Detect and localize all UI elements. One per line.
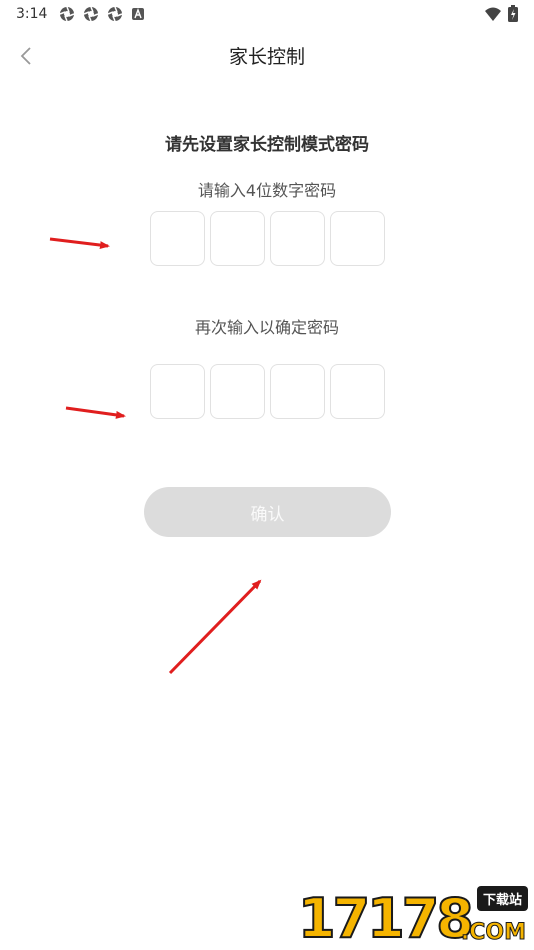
section-heading: 请先设置家长控制模式密码 bbox=[165, 135, 369, 155]
pin-digit-box[interactable] bbox=[270, 364, 325, 419]
system-icons bbox=[484, 5, 518, 22]
a-badge-icon bbox=[132, 8, 145, 20]
pin-digit-box[interactable] bbox=[210, 364, 265, 419]
arrow-to-confirm-button bbox=[168, 579, 262, 675]
nav-bar: 家长控制 bbox=[0, 28, 534, 84]
first-pin-input[interactable] bbox=[150, 211, 385, 266]
status-bar: 3:14 bbox=[0, 0, 534, 28]
pin-digit-box[interactable] bbox=[270, 211, 325, 266]
pin-digit-box[interactable] bbox=[210, 211, 265, 266]
aperture-icon bbox=[84, 6, 99, 22]
pin-digit-box[interactable] bbox=[150, 211, 205, 266]
pin-digit-box[interactable] bbox=[330, 211, 385, 266]
first-pin-prompt: 请输入4位数字密码 bbox=[197, 181, 337, 200]
battery-charging-icon bbox=[508, 5, 518, 22]
watermark-badge: 下载站 bbox=[476, 886, 528, 911]
watermark-logo: 17178 下载站 .COM bbox=[297, 884, 530, 950]
page-title: 家长控制 bbox=[228, 46, 305, 68]
arrow-to-first-pin bbox=[49, 237, 110, 250]
aperture-icon bbox=[60, 6, 75, 22]
aperture-icon bbox=[108, 6, 123, 22]
pin-digit-box[interactable] bbox=[330, 364, 385, 419]
watermark-domain: .COM bbox=[460, 920, 526, 945]
notification-icons bbox=[59, 6, 145, 22]
wifi-icon bbox=[485, 7, 501, 21]
watermark-digits: 17178 bbox=[297, 887, 475, 950]
confirm-button[interactable]: 确认 bbox=[144, 487, 391, 537]
pin-digit-box[interactable] bbox=[150, 364, 205, 419]
confirm-pin-input[interactable] bbox=[150, 364, 385, 419]
status-time: 3:14 bbox=[16, 6, 48, 22]
arrow-to-second-pin bbox=[65, 406, 126, 419]
second-pin-prompt: 再次输入以确定密码 bbox=[194, 318, 339, 337]
